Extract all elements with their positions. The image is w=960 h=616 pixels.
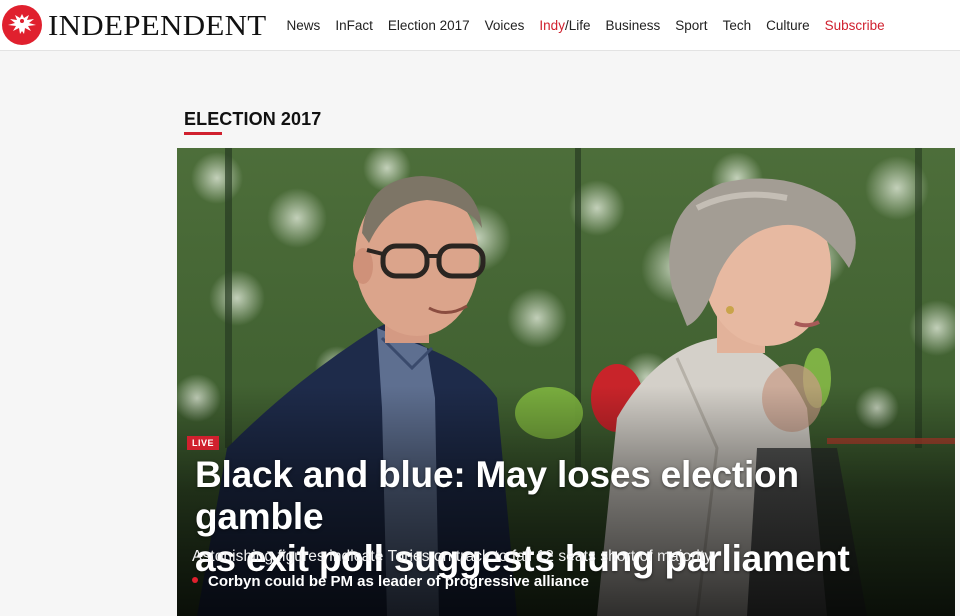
nav-item-culture[interactable]: Culture <box>766 18 810 33</box>
nav-life-label: Life <box>568 17 591 33</box>
eagle-icon <box>2 5 42 45</box>
nav-item-indy-life[interactable]: Indy/Life <box>539 18 590 33</box>
nav-item-infact[interactable]: InFact <box>335 18 373 33</box>
site-logo[interactable]: INDEPENDENT <box>2 0 267 51</box>
nav-item-news[interactable]: News <box>287 18 321 33</box>
related-link-text: Corbyn could be PM as leader of progress… <box>208 573 589 590</box>
hero-headline-line1: Black and blue: May loses election gambl… <box>195 454 799 537</box>
section-title-underline <box>184 132 222 135</box>
hero-article[interactable]: LIVE Black and blue: May loses election … <box>177 148 955 616</box>
nav-item-sport[interactable]: Sport <box>675 18 707 33</box>
nav-item-voices[interactable]: Voices <box>485 18 525 33</box>
live-badge: LIVE <box>187 436 220 450</box>
nav-item-subscribe[interactable]: Subscribe <box>825 18 885 33</box>
site-header: INDEPENDENT News InFact Election 2017 Vo… <box>0 0 960 51</box>
nav-item-election-2017[interactable]: Election 2017 <box>388 18 470 33</box>
nav-item-tech[interactable]: Tech <box>723 18 752 33</box>
main-nav: News InFact Election 2017 Voices Indy/Li… <box>287 18 900 33</box>
logo-wordmark: INDEPENDENT <box>48 8 267 42</box>
nav-indy-label: Indy <box>539 17 565 33</box>
related-link[interactable]: Corbyn could be PM as leader of progress… <box>192 573 589 590</box>
hero-standfirst: Astonishing figures indicate Tories on t… <box>192 548 713 565</box>
nav-item-business[interactable]: Business <box>606 18 661 33</box>
bullet-icon <box>192 576 198 583</box>
section-title-text: ELECTION 2017 <box>184 109 322 129</box>
section-title[interactable]: ELECTION 2017 <box>184 109 322 135</box>
